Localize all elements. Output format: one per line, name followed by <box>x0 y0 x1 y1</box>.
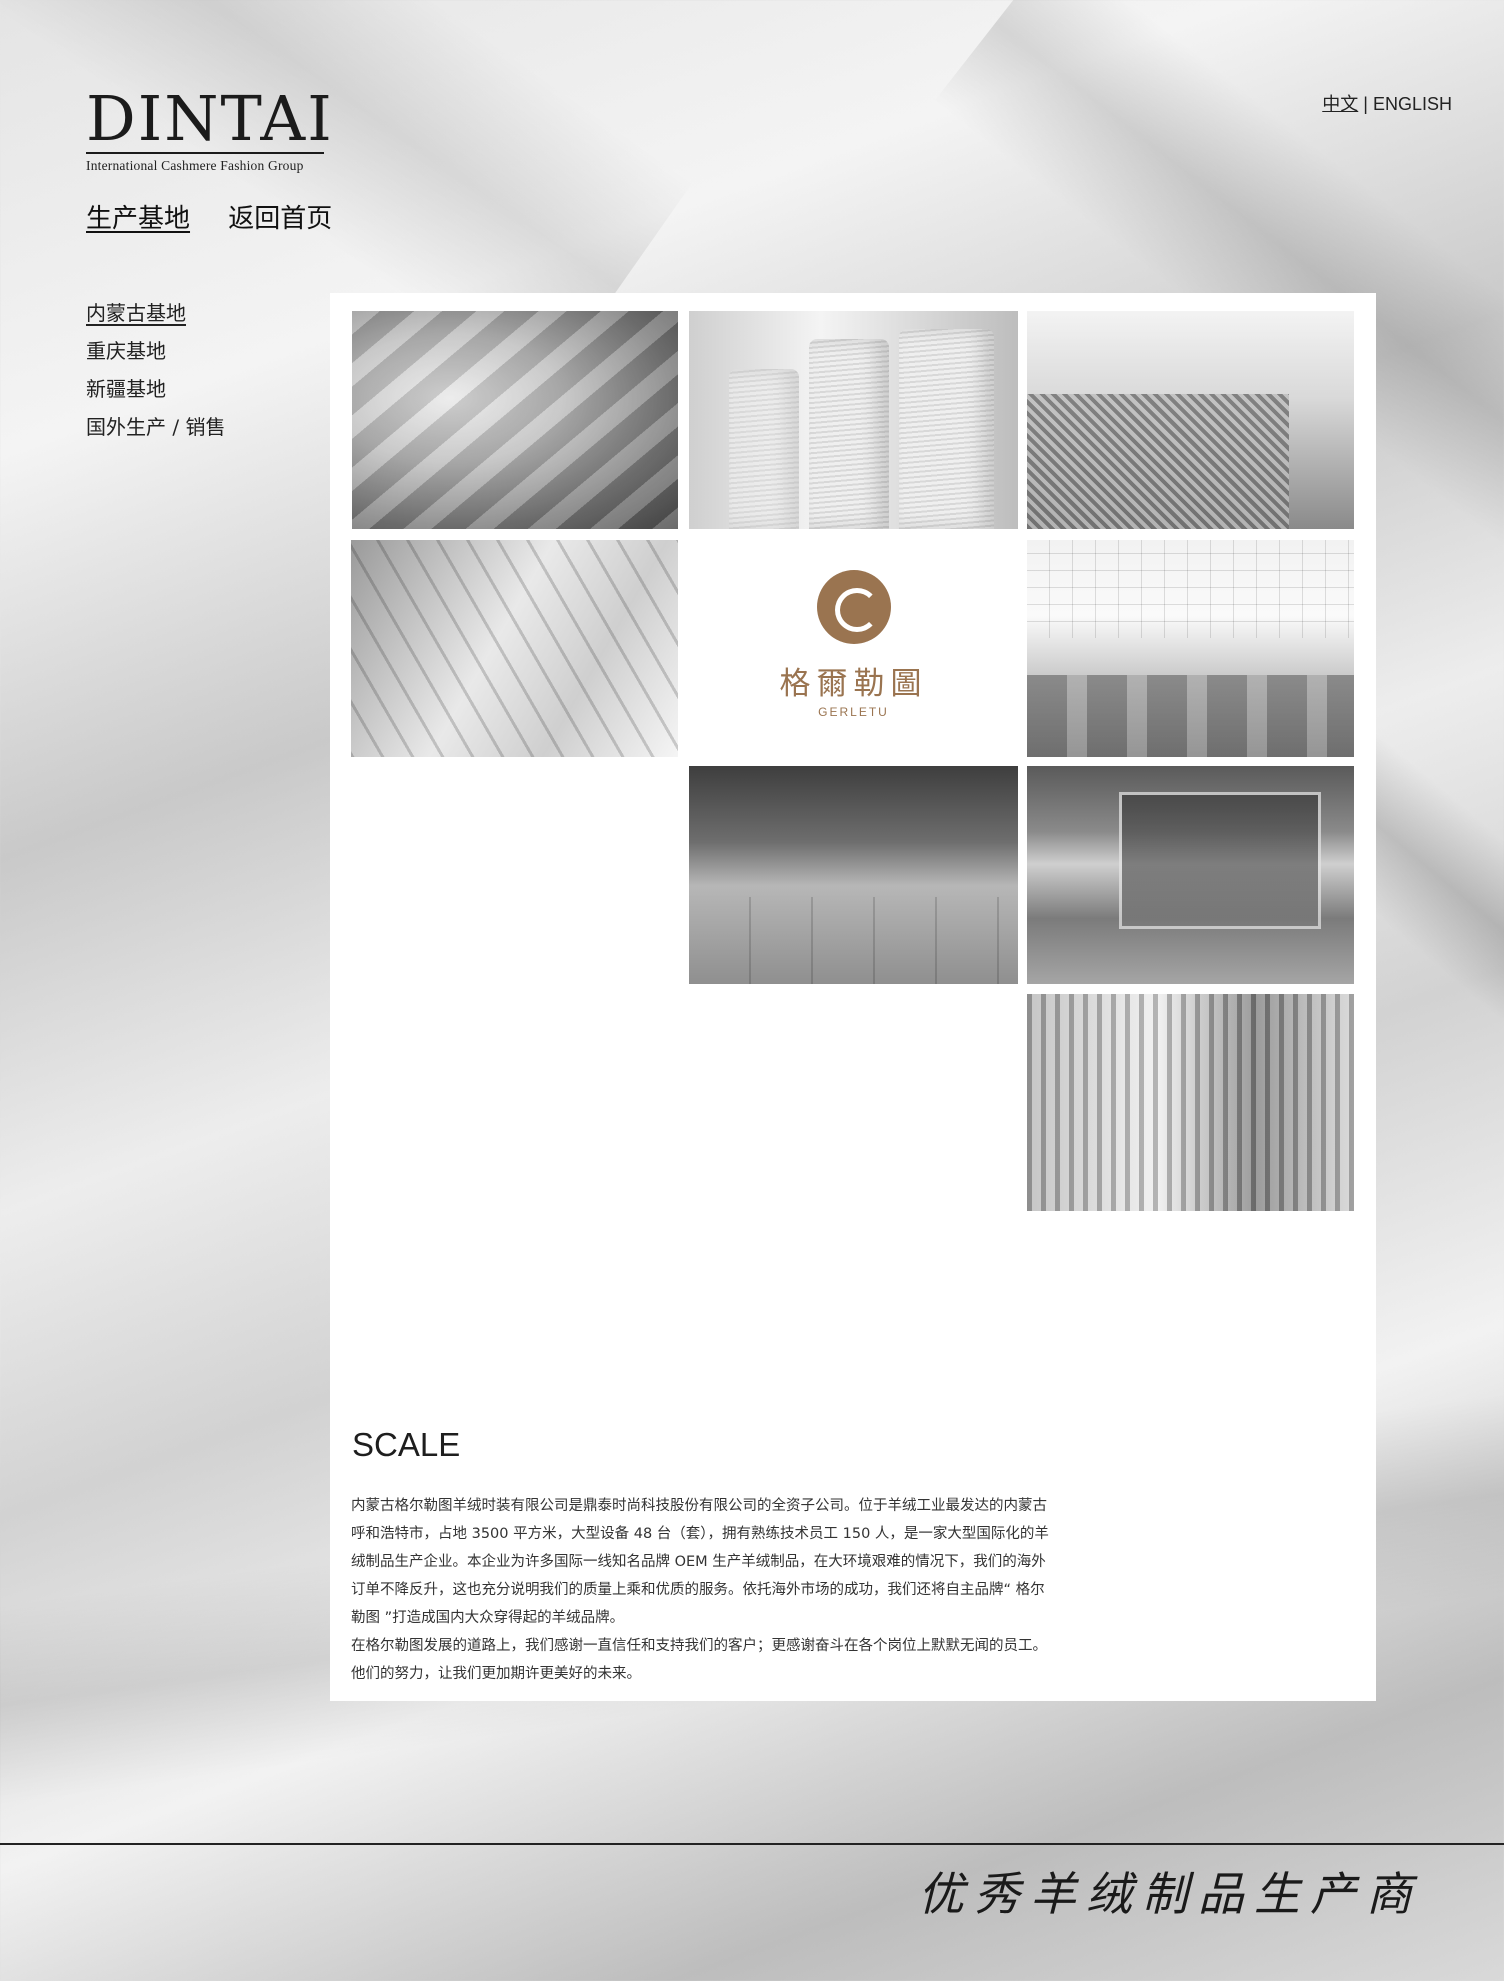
factory-hall-photo[interactable] <box>1027 540 1354 757</box>
factory-floor-photo[interactable] <box>689 766 1018 984</box>
description-text: 内蒙古格尔勒图羊绒时装有限公司是鼎泰时尚科技股份有限公司的全资子公司。位于羊绒工… <box>351 1492 1055 1688</box>
yarn-spools-photo[interactable] <box>689 311 1018 529</box>
brand-name-en: GERLETU <box>818 705 889 719</box>
side-nav-item-chongqing[interactable]: 重庆基地 <box>86 332 225 370</box>
footer-divider <box>0 1843 1504 1845</box>
nav-production-base[interactable]: 生产基地 <box>86 204 190 234</box>
gerletu-logo-icon <box>816 570 891 644</box>
brand-logo-tile[interactable]: 格爾勒圖 GERLETU <box>689 540 1018 757</box>
knitting-machine-photo[interactable] <box>351 540 678 757</box>
knitting-machine-floor-photo[interactable] <box>1027 766 1354 984</box>
fabric-photo[interactable] <box>352 311 678 529</box>
brand-name-cn: 格爾勒圖 <box>779 666 928 702</box>
content-panel: 格爾勒圖 GERLETU <box>330 293 1376 1701</box>
description-paragraph: 在格尔勒图发展的道路上，我们感谢一直信任和支持我们的客户；更感谢奋斗在各个岗位上… <box>351 1638 1047 1682</box>
side-nav: 内蒙古基地 重庆基地 新疆基地 国外生产 / 销售 <box>86 294 225 446</box>
side-nav-item-xinjiang[interactable]: 新疆基地 <box>86 370 225 408</box>
nav-back-home[interactable]: 返回首页 <box>228 204 332 234</box>
description-paragraph: 内蒙古格尔勒图羊绒时装有限公司是鼎泰时尚科技股份有限公司的全资子公司。位于羊绒工… <box>351 1498 1049 1626</box>
lang-chinese-link[interactable]: 中文 <box>1322 94 1358 114</box>
logo-tagline: International Cashmere Fashion Group <box>86 158 304 173</box>
logo-wordmark: DINTAI <box>86 82 334 155</box>
lang-english-link[interactable]: ENGLISH <box>1373 94 1452 114</box>
section-title: SCALE <box>352 1426 461 1463</box>
top-nav: 生产基地 返回首页 <box>86 198 362 235</box>
side-nav-item-inner-mongolia[interactable]: 内蒙古基地 <box>86 294 225 332</box>
side-nav-item-overseas[interactable]: 国外生产 / 销售 <box>86 408 225 446</box>
dintai-logo[interactable]: DINTAI International Cashmere Fashion Gr… <box>86 88 334 174</box>
lang-separator: | <box>1363 94 1368 114</box>
language-switch: 中文 | ENGLISH <box>1322 90 1452 116</box>
needle-bed-photo[interactable] <box>1027 994 1354 1211</box>
footer-slogan: 优秀羊绒制品生产商 <box>918 1867 1422 1921</box>
sweater-detail-photo[interactable] <box>1027 311 1354 529</box>
